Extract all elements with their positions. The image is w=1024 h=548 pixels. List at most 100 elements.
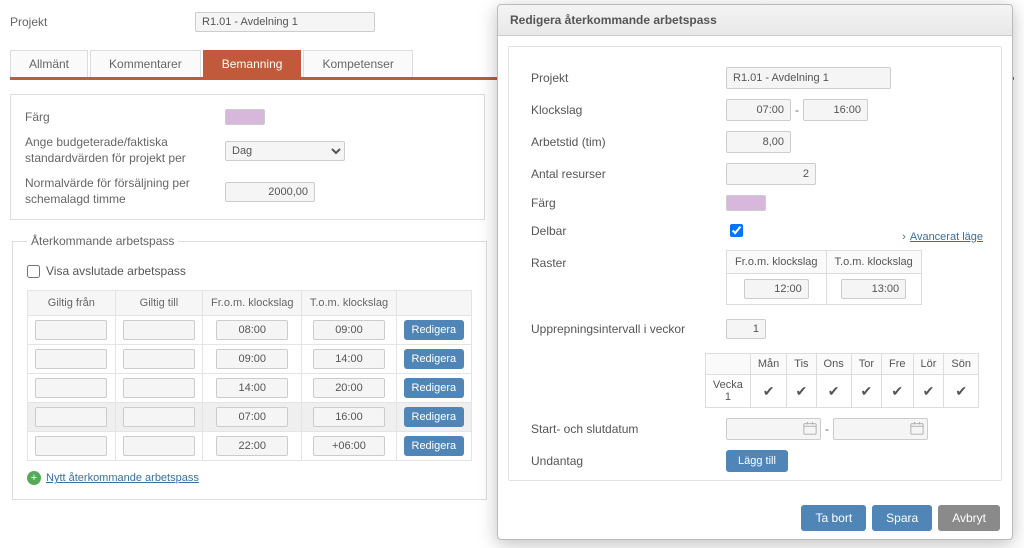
time-to-field[interactable] <box>313 407 385 427</box>
valid-from-field[interactable] <box>35 436 107 456</box>
check-icon[interactable]: ✔ <box>891 383 903 399</box>
color-label: Färg <box>25 110 225 124</box>
time-from-field[interactable] <box>216 407 288 427</box>
day-thu: Tor <box>851 354 881 375</box>
color-swatch[interactable] <box>225 109 265 125</box>
day-wed: Ons <box>816 354 851 375</box>
time-from-field[interactable] <box>216 349 288 369</box>
modal-color-swatch[interactable] <box>726 195 766 211</box>
table-row: Redigera <box>28 403 472 432</box>
interval-input[interactable] <box>726 319 766 339</box>
start-date-input[interactable] <box>726 418 821 440</box>
resurser-input[interactable] <box>726 163 816 185</box>
normal-label: Normalvärde för försäljning per schemala… <box>25 176 225 207</box>
day-mon: Mån <box>750 354 786 375</box>
tab-kommentarer[interactable]: Kommentarer <box>90 50 201 77</box>
date-separator: - <box>825 422 829 436</box>
raster-from-input[interactable] <box>744 279 809 299</box>
table-row: Redigera <box>28 432 472 461</box>
valid-from-field[interactable] <box>35 320 107 340</box>
settings-panel: Färg Ange budgeterade/faktiska standardv… <box>10 94 485 220</box>
tab-kompetenser[interactable]: Kompetenser <box>303 50 412 77</box>
edit-button[interactable]: Redigera <box>404 320 465 340</box>
add-recurring-link[interactable]: Nytt återkommande arbetspass <box>46 472 199 484</box>
project-label: Projekt <box>10 15 195 29</box>
time-to-input[interactable] <box>803 99 868 121</box>
time-to-field[interactable] <box>313 349 385 369</box>
raster-label: Raster <box>531 250 726 270</box>
modal-color-label: Färg <box>531 196 726 210</box>
time-separator: - <box>795 103 799 117</box>
time-from-input[interactable] <box>726 99 791 121</box>
col-valid-from: Giltig från <box>28 291 116 316</box>
interval-label: Upprepningsintervall i veckor <box>531 322 726 336</box>
recurring-legend: Återkommande arbetspass <box>27 234 178 248</box>
raster-col-from: Fr.o.m. klockslag <box>727 251 827 274</box>
table-row: Redigera <box>28 374 472 403</box>
delbar-label: Delbar <box>531 224 726 238</box>
check-icon[interactable]: ✔ <box>828 383 840 399</box>
arbetstid-input[interactable] <box>726 131 791 153</box>
time-to-field[interactable] <box>313 436 385 456</box>
check-icon[interactable]: ✔ <box>763 383 775 399</box>
edit-button[interactable]: Redigera <box>404 349 465 369</box>
plus-icon: + <box>27 471 41 485</box>
edit-button[interactable]: Redigera <box>404 407 465 427</box>
project-field[interactable] <box>195 12 375 32</box>
valid-to-field[interactable] <box>123 436 195 456</box>
edit-button[interactable]: Redigera <box>404 436 465 456</box>
add-exception-button[interactable]: Lägg till <box>726 450 788 472</box>
valid-to-field[interactable] <box>123 378 195 398</box>
day-fri: Fre <box>882 354 914 375</box>
time-to-field[interactable] <box>313 320 385 340</box>
delete-button[interactable]: Ta bort <box>801 505 866 531</box>
valid-to-field[interactable] <box>123 320 195 340</box>
check-icon[interactable]: ✔ <box>923 383 935 399</box>
col-time-from: Fr.o.m. klockslag <box>203 291 302 316</box>
week-table: Mån Tis Ons Tor Fre Lör Sön Vecka 1 ✔ ✔ … <box>705 353 979 408</box>
modal-project-label: Projekt <box>531 71 726 85</box>
cancel-button[interactable]: Avbryt <box>938 505 1000 531</box>
check-icon[interactable]: ✔ <box>796 383 808 399</box>
modal-title: Redigera återkommande arbetspass <box>498 5 1012 36</box>
valid-from-field[interactable] <box>35 407 107 427</box>
arbetstid-label: Arbetstid (tim) <box>531 135 726 149</box>
time-from-field[interactable] <box>216 378 288 398</box>
advanced-mode-link[interactable]: Avancerat läge <box>902 231 983 243</box>
time-to-field[interactable] <box>313 378 385 398</box>
check-icon[interactable]: ✔ <box>955 383 967 399</box>
modal-project-field[interactable] <box>726 67 891 89</box>
time-from-field[interactable] <box>216 320 288 340</box>
edit-shift-modal: Redigera återkommande arbetspass Projekt… <box>497 4 1013 540</box>
show-closed-checkbox[interactable] <box>27 265 40 278</box>
table-row: Redigera <box>28 316 472 345</box>
startend-label: Start- och slutdatum <box>531 422 726 436</box>
normal-value-field[interactable] <box>225 182 315 202</box>
table-row: Redigera <box>28 345 472 374</box>
budget-select[interactable]: Dag <box>225 141 345 161</box>
valid-from-field[interactable] <box>35 349 107 369</box>
day-tue: Tis <box>787 354 816 375</box>
check-icon[interactable]: ✔ <box>861 383 873 399</box>
time-from-field[interactable] <box>216 436 288 456</box>
end-date-input[interactable] <box>833 418 928 440</box>
budget-label: Ange budgeterade/faktiska standardvärden… <box>25 135 225 166</box>
raster-to-input[interactable] <box>841 279 906 299</box>
col-valid-to: Giltig till <box>115 291 203 316</box>
raster-table: Fr.o.m. klockslag T.o.m. klockslag <box>726 250 922 305</box>
valid-to-field[interactable] <box>123 407 195 427</box>
edit-button[interactable]: Redigera <box>404 378 465 398</box>
show-closed-label: Visa avslutade arbetspass <box>46 264 186 278</box>
day-sat: Lör <box>913 354 944 375</box>
valid-to-field[interactable] <box>123 349 195 369</box>
valid-from-field[interactable] <box>35 378 107 398</box>
day-sun: Sön <box>944 354 979 375</box>
week-1-label: Vecka 1 <box>705 375 750 408</box>
tab-bemanning[interactable]: Bemanning <box>203 50 302 77</box>
col-time-to: T.o.m. klockslag <box>302 291 396 316</box>
undantag-label: Undantag <box>531 454 726 468</box>
delbar-checkbox[interactable] <box>730 224 743 237</box>
tab-allmant[interactable]: Allmänt <box>10 50 88 77</box>
recurring-fieldset: Återkommande arbetspass Visa avslutade a… <box>12 234 487 500</box>
save-button[interactable]: Spara <box>872 505 932 531</box>
